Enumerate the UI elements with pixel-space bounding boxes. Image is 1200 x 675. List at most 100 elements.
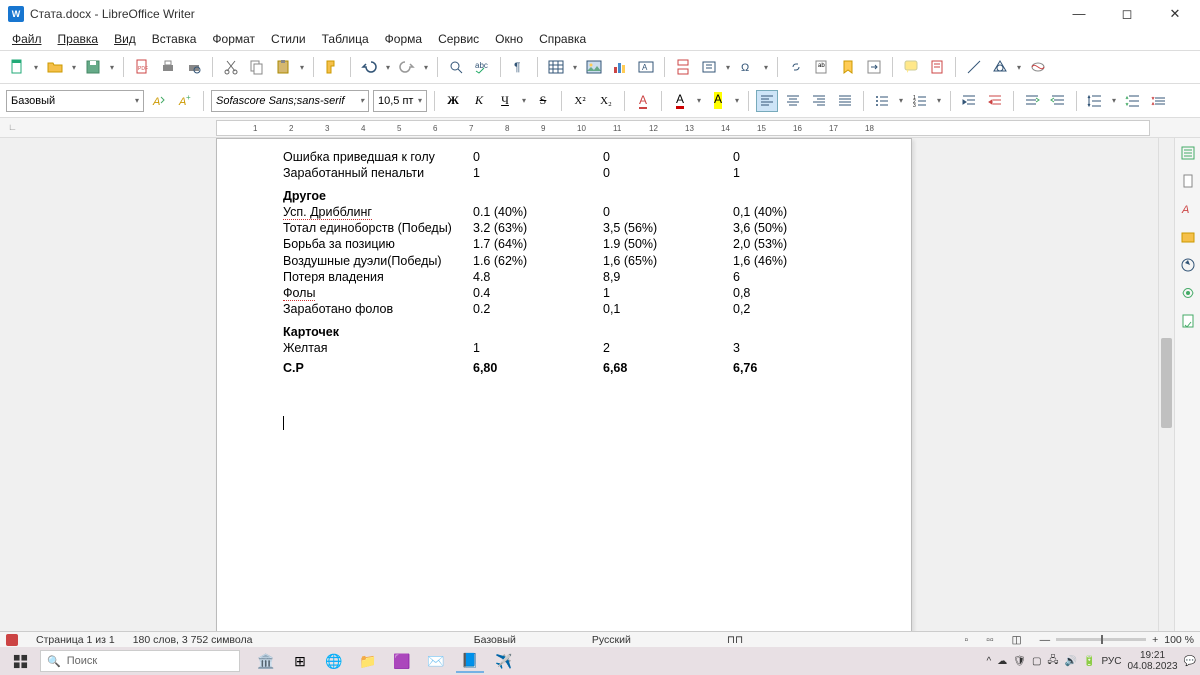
tray-language[interactable]: РУС — [1101, 656, 1121, 667]
footnote-icon[interactable]: ab — [811, 56, 833, 78]
menu-help[interactable]: Справка — [533, 30, 592, 48]
tray-overflow-icon[interactable]: ^ — [987, 656, 992, 667]
symbol-dropdown[interactable]: ▾ — [762, 63, 770, 72]
undo-dropdown[interactable]: ▾ — [384, 63, 392, 72]
table-dropdown[interactable]: ▾ — [571, 63, 579, 72]
writer-taskbar-icon[interactable]: 📘 — [456, 649, 484, 673]
tray-clock[interactable]: 19:21 04.08.2023 — [1127, 650, 1177, 672]
view-multi-icon[interactable]: ▫▫ — [986, 634, 993, 646]
underline-dropdown[interactable]: ▾ — [520, 96, 528, 105]
cross-ref-icon[interactable] — [863, 56, 885, 78]
tray-network-icon[interactable]: 🖧 — [1047, 653, 1058, 670]
paste-dropdown[interactable]: ▾ — [298, 63, 306, 72]
copy-icon[interactable] — [246, 56, 268, 78]
outline-demote-icon[interactable] — [1047, 90, 1069, 112]
font-color-dropdown[interactable]: ▾ — [695, 96, 703, 105]
menu-tools[interactable]: Сервис — [432, 30, 485, 48]
menu-view[interactable]: Вид — [108, 30, 142, 48]
increase-indent-icon[interactable] — [958, 90, 980, 112]
export-pdf-icon[interactable]: PDF — [131, 56, 153, 78]
minimize-button[interactable]: — — [1062, 6, 1096, 22]
styles-panel-icon[interactable]: A — [1179, 200, 1197, 218]
view-book-icon[interactable]: ◫ — [1012, 634, 1022, 646]
paste-icon[interactable] — [272, 56, 294, 78]
open-dropdown[interactable]: ▾ — [70, 63, 78, 72]
vertical-scrollbar[interactable] — [1158, 138, 1174, 631]
save-icon[interactable] — [82, 56, 104, 78]
hyperlink-icon[interactable] — [785, 56, 807, 78]
menu-styles[interactable]: Стили — [265, 30, 312, 48]
update-style-icon[interactable]: A — [148, 90, 170, 112]
basic-shapes-icon[interactable] — [989, 56, 1011, 78]
insert-table-icon[interactable] — [545, 56, 567, 78]
new-doc-icon[interactable] — [6, 56, 28, 78]
outline-promote-icon[interactable] — [1021, 90, 1043, 112]
menu-insert[interactable]: Вставка — [146, 30, 203, 48]
tray-meet-icon[interactable]: ▢ — [1032, 656, 1041, 667]
start-button[interactable] — [4, 649, 36, 673]
navigator-panel-icon[interactable] — [1179, 256, 1197, 274]
increase-para-spacing-icon[interactable] — [1122, 90, 1144, 112]
save-dropdown[interactable]: ▾ — [108, 63, 116, 72]
field-dropdown[interactable]: ▾ — [724, 63, 732, 72]
font-name-combo[interactable]: Sofascore Sans;sans-serif▾ — [211, 90, 369, 112]
formatting-marks-icon[interactable]: ¶ — [508, 56, 530, 78]
cut-icon[interactable] — [220, 56, 242, 78]
gallery-panel-icon[interactable] — [1179, 228, 1197, 246]
highlight-button[interactable]: A — [707, 90, 729, 112]
number-list-icon[interactable]: 123 — [909, 90, 931, 112]
scrollbar-thumb[interactable] — [1161, 338, 1172, 428]
taskbar-building-icon[interactable]: 🏛️ — [252, 649, 280, 673]
insert-chart-icon[interactable] — [609, 56, 631, 78]
document-page[interactable]: Ошибка приведшая к голу000Заработанный п… — [216, 138, 912, 631]
spellcheck-icon[interactable]: abc — [471, 56, 493, 78]
redo-icon[interactable] — [396, 56, 418, 78]
underline-button[interactable]: Ч — [494, 90, 516, 112]
view-single-icon[interactable]: ▫ — [964, 634, 968, 646]
menu-format[interactable]: Формат — [206, 30, 261, 48]
status-style[interactable]: Базовый — [474, 634, 516, 646]
status-page[interactable]: Страница 1 из 1 — [36, 634, 115, 646]
print-preview-icon[interactable] — [183, 56, 205, 78]
tray-volume-icon[interactable]: 🔊 — [1065, 656, 1077, 667]
superscript-button[interactable]: X² — [569, 90, 591, 112]
tray-battery-icon[interactable]: 🔋 — [1083, 656, 1095, 667]
decrease-indent-icon[interactable] — [984, 90, 1006, 112]
horizontal-ruler[interactable]: 123456789101112131415161718 — [216, 120, 1150, 136]
spacing-dropdown[interactable]: ▾ — [1110, 96, 1118, 105]
find-icon[interactable] — [445, 56, 467, 78]
telegram-icon[interactable]: ✈️ — [490, 649, 518, 673]
page-panel-icon[interactable] — [1179, 172, 1197, 190]
strike-button[interactable]: S — [532, 90, 554, 112]
insert-symbol-icon[interactable]: Ω — [736, 56, 758, 78]
properties-panel-icon[interactable] — [1179, 144, 1197, 162]
tray-onedrive-icon[interactable]: ☁ — [997, 656, 1007, 667]
taskbar-search[interactable]: 🔍 Поиск — [40, 650, 240, 672]
page-content[interactable]: Ошибка приведшая к голу000Заработанный п… — [217, 139, 911, 435]
zoom-control[interactable]: — + 100 % — [1040, 634, 1194, 646]
clone-format-icon[interactable] — [321, 56, 343, 78]
align-right-icon[interactable] — [808, 90, 830, 112]
shapes-dropdown[interactable]: ▾ — [1015, 63, 1023, 72]
menu-edit[interactable]: Правка — [52, 30, 105, 48]
clear-format-icon[interactable]: A — [632, 90, 654, 112]
app-purple-icon[interactable]: 🟪 — [388, 649, 416, 673]
print-icon[interactable] — [157, 56, 179, 78]
new-dropdown[interactable]: ▾ — [32, 63, 40, 72]
line-icon[interactable] — [963, 56, 985, 78]
bold-button[interactable]: Ж — [442, 90, 464, 112]
menu-window[interactable]: Окно — [489, 30, 529, 48]
number-dropdown[interactable]: ▾ — [935, 96, 943, 105]
decrease-para-spacing-icon[interactable] — [1148, 90, 1170, 112]
draw-functions-icon[interactable] — [1027, 56, 1049, 78]
status-language[interactable]: Русский — [592, 634, 631, 646]
inspect-panel-icon[interactable] — [1179, 284, 1197, 302]
line-spacing-icon[interactable] — [1084, 90, 1106, 112]
explorer-icon[interactable]: 📁 — [354, 649, 382, 673]
maximize-button[interactable]: ◻ — [1110, 6, 1144, 22]
bookmark-icon[interactable] — [837, 56, 859, 78]
font-color-button[interactable]: A — [669, 90, 691, 112]
highlight-dropdown[interactable]: ▾ — [733, 96, 741, 105]
align-justify-icon[interactable] — [834, 90, 856, 112]
manage-changes-icon[interactable] — [1179, 312, 1197, 330]
